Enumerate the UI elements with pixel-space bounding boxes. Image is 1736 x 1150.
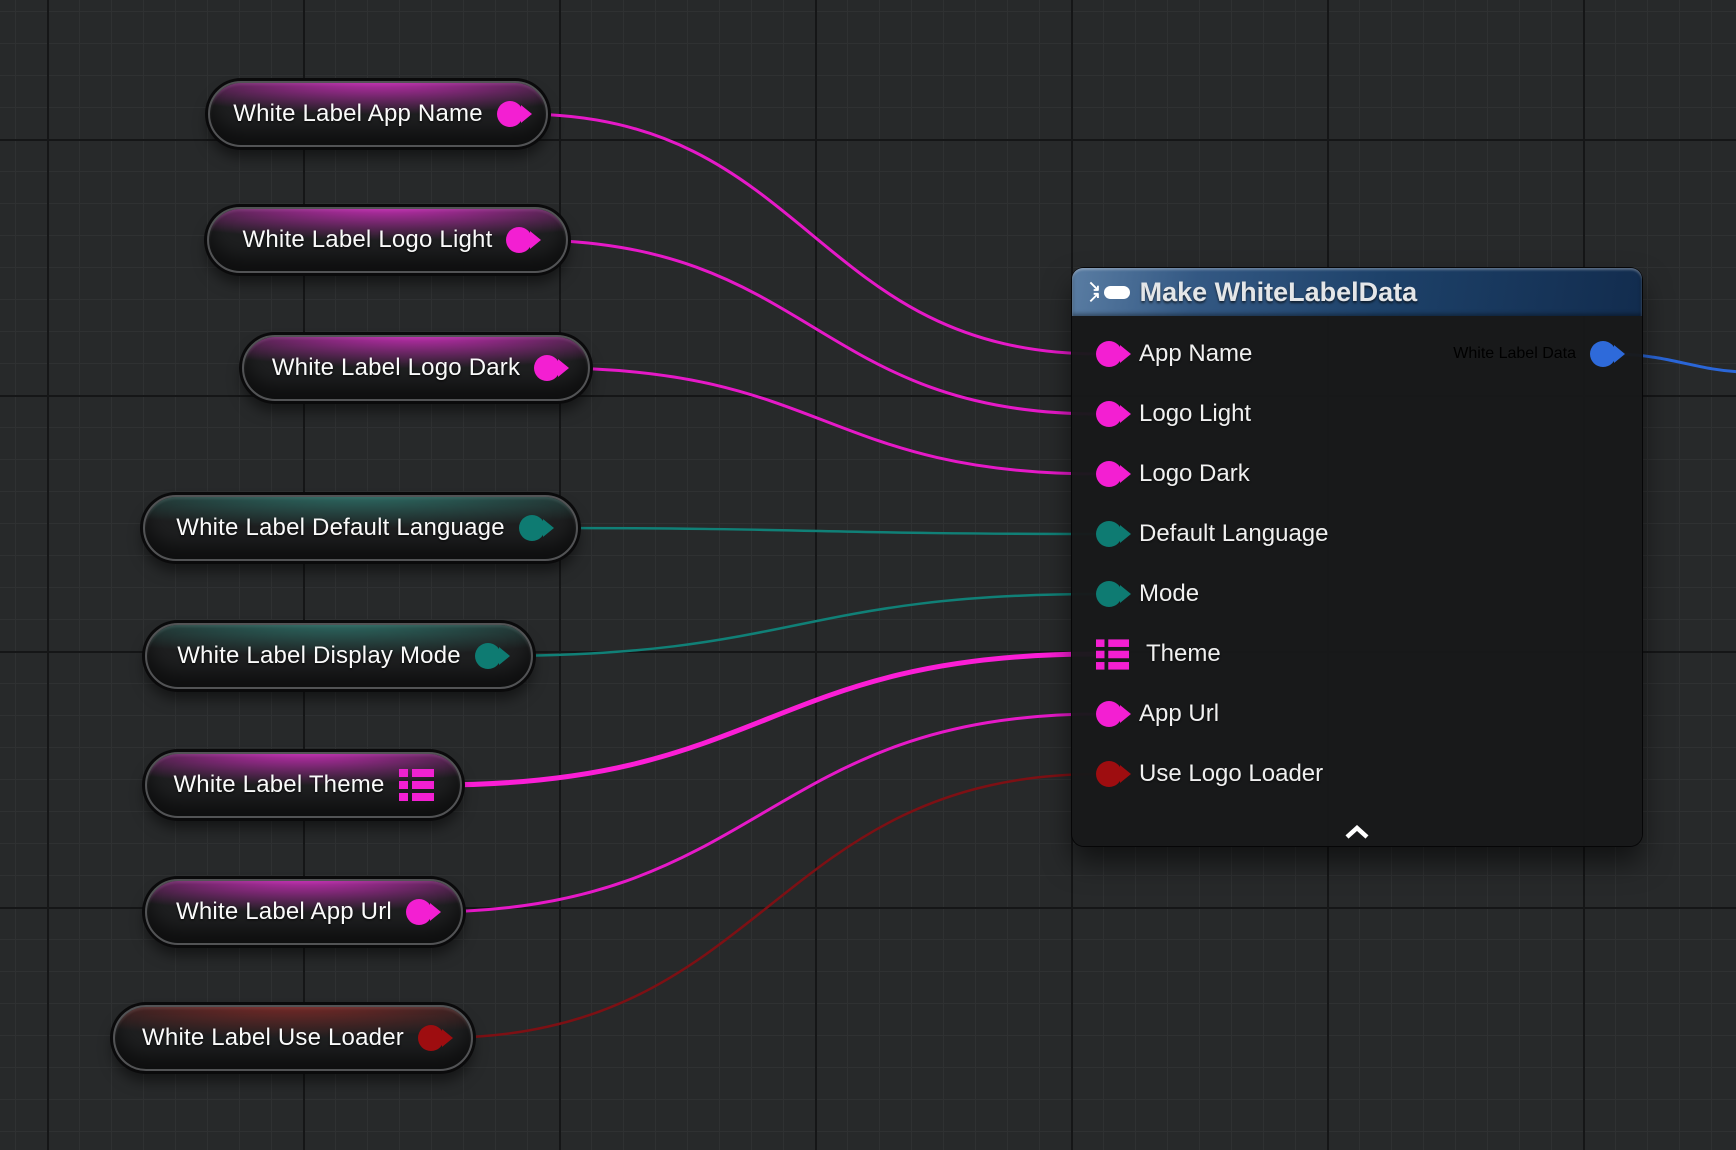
output-row-white-label-data: White Label Data: [1453, 324, 1616, 384]
bool-output-pin[interactable]: [418, 1025, 444, 1051]
getter-label: White Label Logo Dark: [272, 354, 520, 382]
wire-app-url[interactable]: [426, 714, 1100, 912]
make-whitelabeldata-node[interactable]: ↘↗ Make WhiteLabelData App Name Logo Lig…: [1072, 268, 1642, 846]
string-input-pin[interactable]: [1096, 701, 1122, 727]
string-input-pin[interactable]: [1096, 461, 1122, 487]
getter-node-white-label-app-url[interactable]: White Label App Url: [145, 879, 463, 945]
output-pin-label: White Label Data: [1453, 345, 1576, 363]
make-node-body: App Name Logo Light Logo Dark Default La…: [1072, 316, 1642, 804]
string-output-pin[interactable]: [406, 899, 432, 925]
getter-node-white-label-default-language[interactable]: White Label Default Language: [143, 495, 578, 561]
enum-output-pin[interactable]: [519, 515, 545, 541]
pin-label: Logo Light: [1139, 400, 1251, 428]
input-row-app-url: App Url: [1072, 684, 1642, 744]
input-row-use-logo-loader: Use Logo Loader: [1072, 744, 1642, 804]
getter-node-white-label-logo-dark[interactable]: White Label Logo Dark: [242, 335, 590, 401]
pin-label: App Name: [1139, 340, 1252, 368]
string-input-pin[interactable]: [1096, 401, 1122, 427]
input-row-theme: Theme: [1072, 624, 1642, 684]
node-title: Make WhiteLabelData: [1140, 277, 1418, 308]
input-row-mode: Mode: [1072, 564, 1642, 624]
wire-logo-dark[interactable]: [550, 368, 1100, 474]
string-output-pin[interactable]: [534, 355, 560, 381]
pin-label: Default Language: [1139, 520, 1329, 548]
getter-label: White Label Logo Light: [243, 226, 493, 254]
wire-default-language[interactable]: [538, 528, 1100, 534]
getter-node-white-label-app-name[interactable]: White Label App Name: [208, 81, 548, 147]
input-row-default-language: Default Language: [1072, 504, 1642, 564]
enum-input-pin[interactable]: [1096, 521, 1122, 547]
getter-label: White Label Use Loader: [142, 1024, 404, 1052]
chevron-up-icon[interactable]: [1343, 825, 1371, 840]
getter-node-white-label-display-mode[interactable]: White Label Display Mode: [145, 623, 533, 689]
wire-theme[interactable]: [436, 654, 1096, 785]
getter-label: White Label App Name: [233, 100, 482, 128]
advanced-pins-toggle[interactable]: [1072, 825, 1642, 840]
enum-input-pin[interactable]: [1096, 581, 1122, 607]
getter-label: White Label Theme: [173, 771, 384, 799]
pin-label: Use Logo Loader: [1139, 760, 1323, 788]
string-output-pin[interactable]: [497, 101, 523, 127]
struct-output-pin[interactable]: [1590, 341, 1616, 367]
pin-label: Logo Dark: [1139, 460, 1250, 488]
string-output-pin[interactable]: [506, 227, 532, 253]
make-node-header[interactable]: ↘↗ Make WhiteLabelData: [1072, 268, 1642, 316]
struct-pin-icon[interactable]: [399, 769, 434, 801]
make-struct-icon: ↘↗: [1088, 281, 1130, 303]
struct-input-pin-icon[interactable]: [1096, 639, 1129, 670]
getter-node-white-label-logo-light[interactable]: White Label Logo Light: [207, 207, 568, 273]
wire-use-loader[interactable]: [438, 774, 1100, 1038]
getter-node-white-label-use-loader[interactable]: White Label Use Loader: [113, 1005, 473, 1071]
getter-label: White Label Default Language: [176, 514, 505, 542]
wire-app-name[interactable]: [522, 114, 1100, 354]
getter-label: White Label Display Mode: [177, 642, 461, 670]
pin-label: App Url: [1139, 700, 1219, 728]
getter-node-white-label-theme[interactable]: White Label Theme: [145, 752, 462, 818]
pin-label: Theme: [1146, 640, 1221, 668]
enum-output-pin[interactable]: [475, 643, 501, 669]
wire-display-mode[interactable]: [494, 594, 1100, 656]
blueprint-graph-canvas[interactable]: White Label App Name White Label Logo Li…: [0, 0, 1736, 1150]
input-row-logo-dark: Logo Dark: [1072, 444, 1642, 504]
string-input-pin[interactable]: [1096, 341, 1122, 367]
getter-label: White Label App Url: [176, 898, 392, 926]
pin-label: Mode: [1139, 580, 1199, 608]
input-row-logo-light: Logo Light: [1072, 384, 1642, 444]
bool-input-pin[interactable]: [1096, 761, 1122, 787]
wire-logo-light[interactable]: [526, 240, 1100, 414]
